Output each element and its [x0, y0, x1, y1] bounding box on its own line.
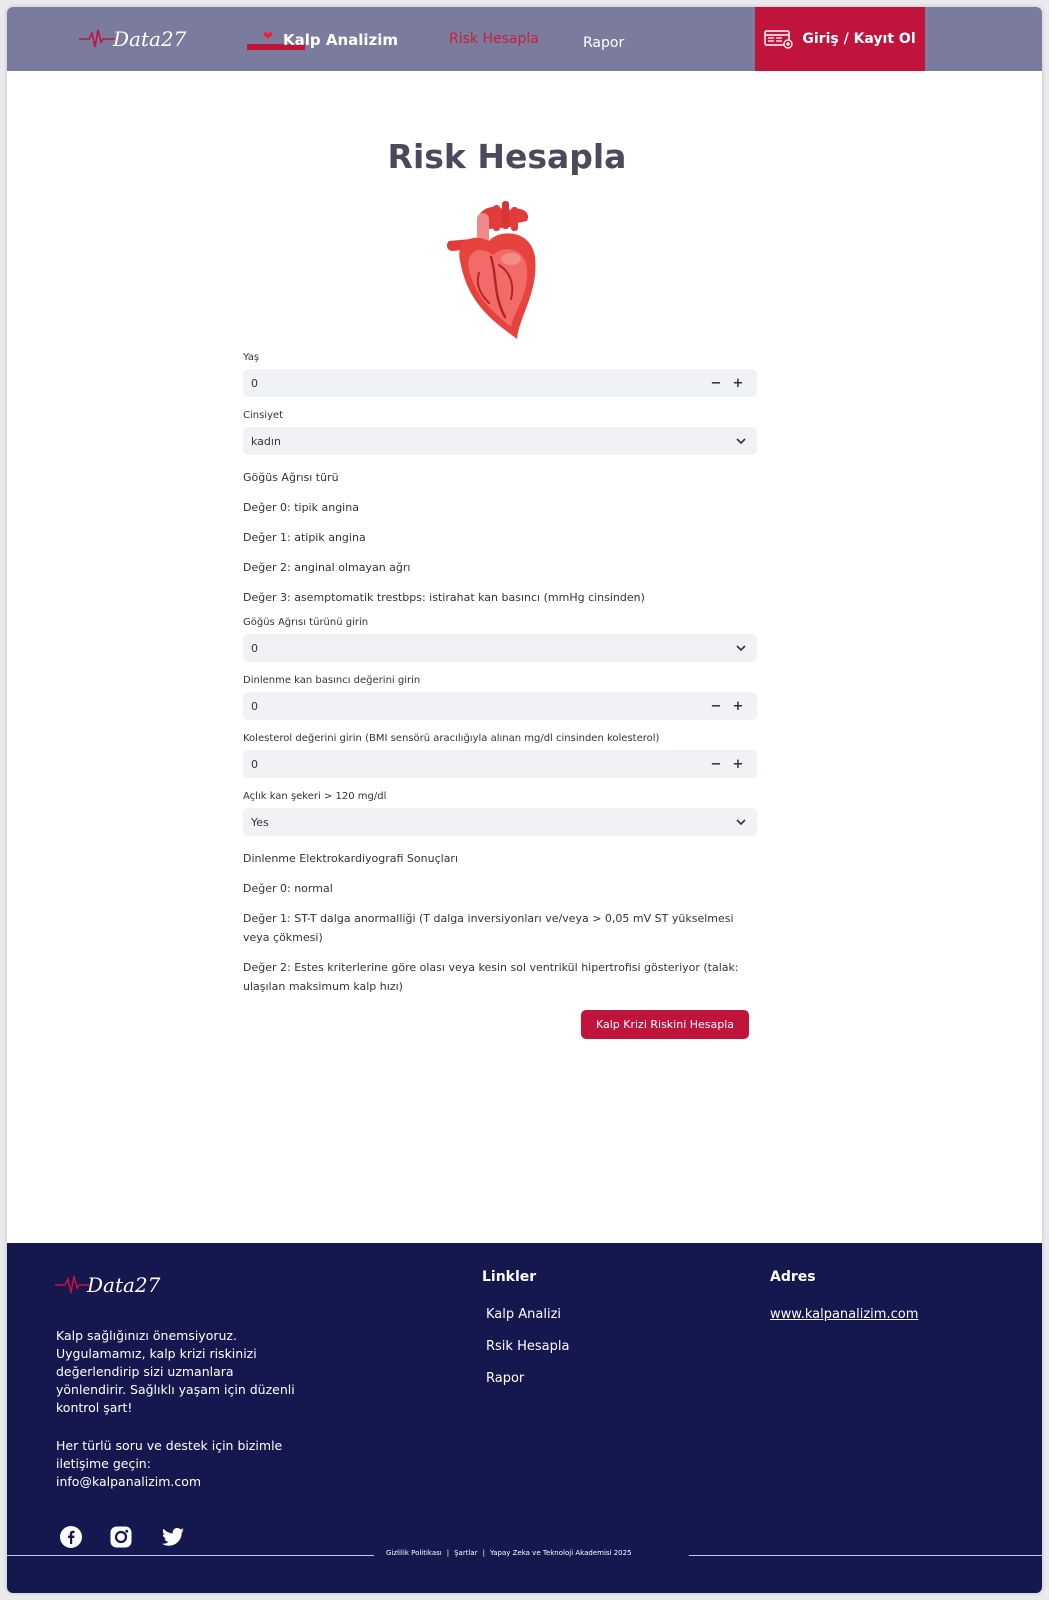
- ecg-title: Dinlenme Elektrokardiyografi Sonuçları: [243, 852, 459, 865]
- chest-pain-line-2: Değer 2: anginal olmayan ağrı: [243, 561, 411, 574]
- footer-address-heading: Adres: [770, 1269, 816, 1285]
- ecg-line-2: Değer 2: Estes kriterlerine göre olası v…: [243, 961, 739, 993]
- fasting-sugar-label: Açlık kan şekeri > 120 mg/dl: [243, 791, 387, 802]
- blood-pressure-label: Dinlenme kan basıncı değerini girin: [243, 675, 421, 686]
- age-label: Yaş: [243, 352, 260, 363]
- facebook-icon[interactable]: [59, 1525, 83, 1549]
- chest-pain-title: Göğüs Ağrısı türü: [243, 471, 339, 484]
- fasting-sugar-value: Yes: [251, 815, 269, 829]
- age-value[interactable]: 0: [251, 377, 705, 390]
- gender-select[interactable]: kadın: [243, 427, 757, 455]
- blood-pressure-input[interactable]: 0 − +: [243, 692, 757, 720]
- twitter-icon[interactable]: [161, 1525, 185, 1549]
- footer-website-link[interactable]: www.kalpanalizim.com: [770, 1307, 918, 1322]
- age-decrement-button[interactable]: −: [705, 369, 727, 397]
- footer-divider-right: [689, 1555, 1042, 1556]
- chest-pain-field: Göğüs Ağrısı türünü girin 0: [243, 617, 757, 662]
- footer-logo-text: Data27: [87, 1273, 161, 1297]
- blood-pressure-value[interactable]: 0: [251, 700, 705, 713]
- terms-link[interactable]: Şartlar: [454, 1549, 477, 1557]
- gender-value: kadın: [251, 434, 281, 448]
- footer-link-rapor[interactable]: Rapor: [486, 1371, 524, 1386]
- footer-description: Kalp sağlığınızı önemsiyoruz. Uygulamamı…: [56, 1328, 295, 1415]
- footer-contact: Her türlü soru ve destek için bizimle il…: [56, 1438, 283, 1489]
- privacy-policy-link[interactable]: Gizlilik Politikası: [386, 1549, 442, 1557]
- footer: Data27 Kalp sağlığınızı önemsiyoruz. Uyg…: [7, 1243, 1042, 1593]
- cholesterol-decrement-button[interactable]: −: [705, 750, 727, 778]
- footer-link-risk-hesapla[interactable]: Rsik Hesapla: [486, 1339, 569, 1354]
- cholesterol-input[interactable]: 0 − +: [243, 750, 757, 778]
- nav-kalp-analizim[interactable]: ❤ Kalp Analizim: [247, 29, 399, 50]
- footer-bottom-links: Gizlilik Politikası | Şartlar | Yapay Zeka v…: [386, 1549, 632, 1557]
- blood-pressure-increment-button[interactable]: +: [727, 692, 749, 720]
- footer-divider-left: [7, 1555, 374, 1556]
- nav-kalp-analizim-label: Kalp Analizim: [283, 31, 399, 49]
- nav-rapor[interactable]: Rapor: [583, 35, 624, 51]
- footer-separator: |: [482, 1549, 485, 1557]
- login-card-icon: [764, 30, 794, 49]
- chevron-down-icon: [733, 814, 749, 830]
- footer-separator: |: [446, 1549, 450, 1557]
- heartbeat-icon: [79, 29, 115, 48]
- footer-links-heading: Linkler: [482, 1269, 537, 1285]
- logo-text: Data27: [113, 27, 187, 51]
- academy-text: Yapay Zeka ve Teknoloji Akademisi 2025: [489, 1549, 632, 1557]
- fasting-sugar-field: Açlık kan şekeri > 120 mg/dl Yes: [243, 791, 757, 836]
- ecg-line-0: Değer 0: normal: [243, 882, 333, 895]
- footer-link-kalp-analizi[interactable]: Kalp Analizi: [486, 1307, 561, 1322]
- blood-pressure-decrement-button[interactable]: −: [705, 692, 727, 720]
- heartbeat-icon: [55, 1275, 91, 1294]
- cholesterol-value[interactable]: 0: [251, 758, 705, 771]
- chevron-down-icon: [733, 433, 749, 449]
- instagram-icon[interactable]: [109, 1525, 133, 1549]
- chest-pain-select[interactable]: 0: [243, 634, 757, 662]
- blood-pressure-field: Dinlenme kan basıncı değerini girin 0 − …: [243, 675, 757, 720]
- anatomical-heart-image: [446, 201, 536, 339]
- navbar: Data27 ❤ Kalp Analizim Risk Hesapla Rapo…: [7, 7, 1042, 71]
- risk-form: Yaş 0 − + Cinsiyet kadın Göğüs Ağrısı tü…: [243, 352, 757, 1047]
- chevron-down-icon: [733, 640, 749, 656]
- chest-pain-line-1: Değer 1: atipik angina: [243, 531, 366, 544]
- cholesterol-field: Kolesterol değerini girin (BMI sensörü a…: [243, 733, 757, 778]
- gender-label: Cinsiyet: [243, 410, 284, 421]
- ecg-line-1: Değer 1: ST-T dalga anormalliği (T dalga…: [243, 912, 734, 944]
- footer-logo[interactable]: Data27: [55, 1273, 160, 1297]
- page-title: Risk Hesapla: [387, 137, 627, 176]
- login-label: Giriş / Kayıt Ol: [802, 31, 916, 47]
- age-increment-button[interactable]: +: [727, 369, 749, 397]
- heart-emoji-icon: ❤: [263, 29, 274, 43]
- chest-pain-line-0: Değer 0: tipik angina: [243, 501, 359, 514]
- app-frame: Data27 ❤ Kalp Analizim Risk Hesapla Rapo…: [7, 7, 1042, 1593]
- age-input[interactable]: 0 − +: [243, 369, 757, 397]
- cholesterol-increment-button[interactable]: +: [727, 750, 749, 778]
- nav-risk-hesapla[interactable]: Risk Hesapla: [449, 31, 539, 47]
- gender-field: Cinsiyet kadın: [243, 410, 757, 455]
- chest-pain-value: 0: [251, 641, 258, 655]
- chest-pain-input-label: Göğüs Ağrısı türünü girin: [243, 617, 369, 628]
- age-field: Yaş 0 − +: [243, 352, 757, 397]
- submit-row: Kalp Krizi Riskini Hesapla: [243, 1007, 757, 1047]
- fasting-sugar-select[interactable]: Yes: [243, 808, 757, 836]
- header-logo[interactable]: Data27: [79, 27, 186, 51]
- cholesterol-label: Kolesterol değerini girin (BMI sensörü a…: [243, 733, 660, 744]
- chest-pain-line-3: Değer 3: asemptomatik trestbps: istiraha…: [243, 591, 645, 604]
- calculate-risk-button[interactable]: Kalp Krizi Riskini Hesapla: [581, 1010, 749, 1039]
- login-register-button[interactable]: Giriş / Kayıt Ol: [755, 7, 925, 71]
